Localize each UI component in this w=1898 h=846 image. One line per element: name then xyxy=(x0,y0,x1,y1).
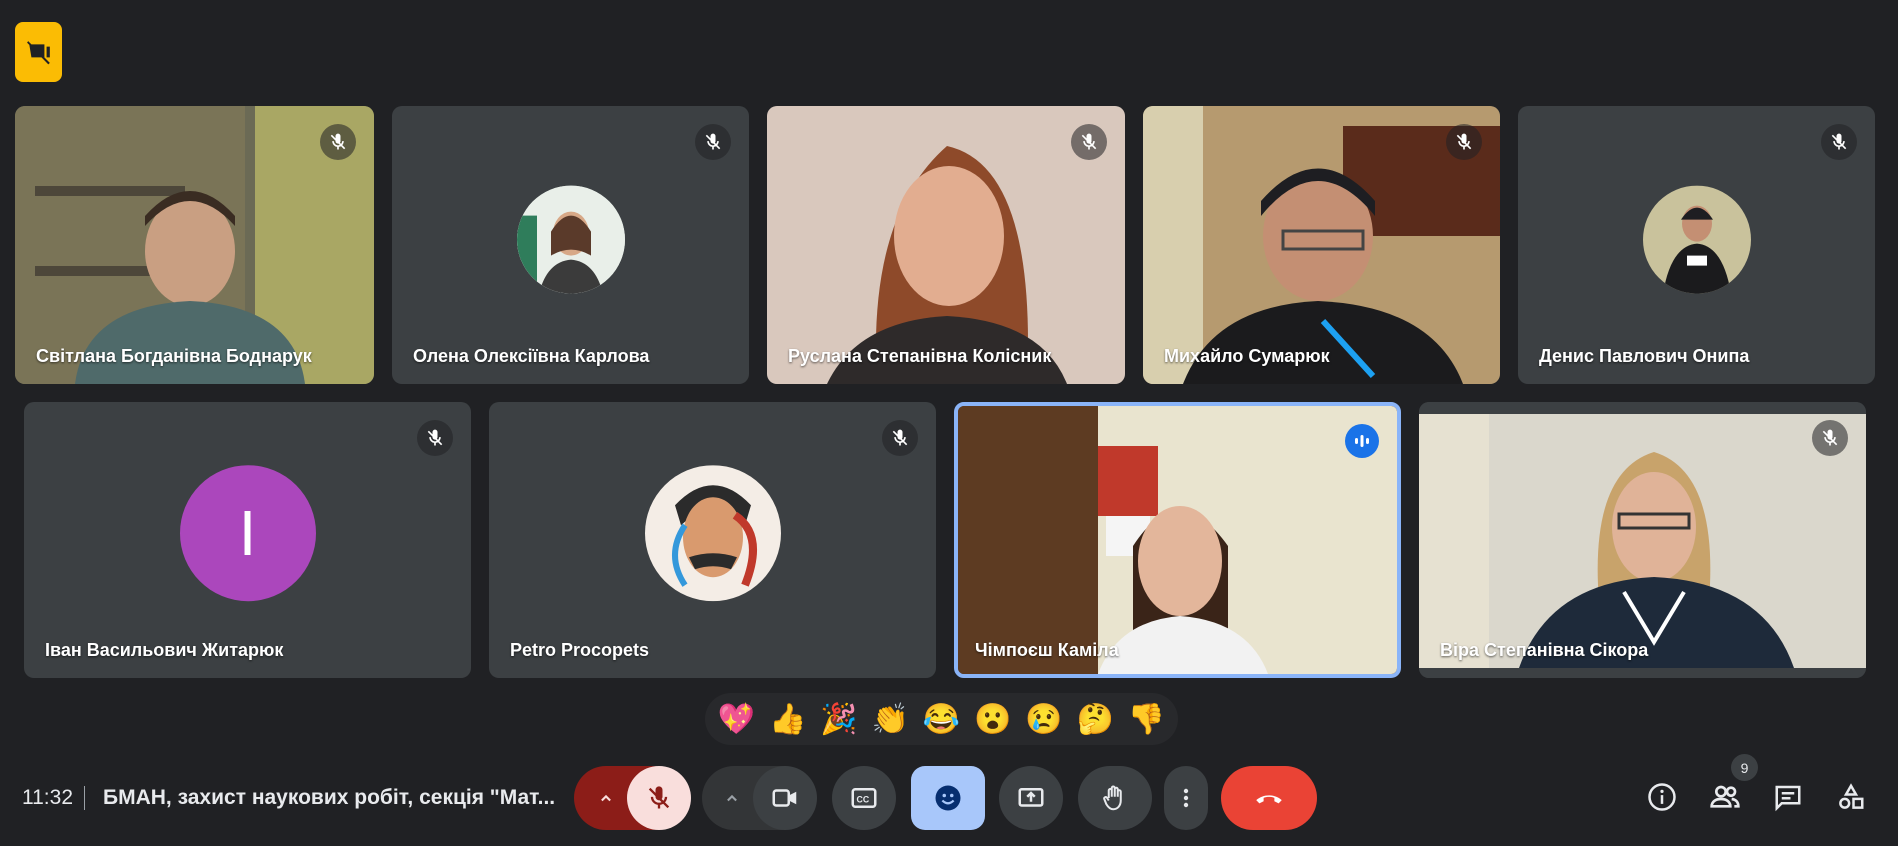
meeting-details-button[interactable] xyxy=(1639,774,1685,820)
more-vert-icon xyxy=(1183,788,1189,808)
chevron-up-icon xyxy=(601,794,611,802)
video-camera-icon xyxy=(772,789,797,807)
participant-video xyxy=(958,406,1397,674)
muted-mic-icon xyxy=(1812,420,1848,456)
muted-mic-icon xyxy=(882,420,918,456)
reaction-thumbs-up[interactable]: 👍 xyxy=(769,702,806,737)
participant-tile[interactable]: Михайло Сумарюк xyxy=(1143,106,1500,384)
smiley-icon xyxy=(935,785,961,811)
speaking-indicator-icon xyxy=(1345,424,1379,458)
reaction-thumbs-down[interactable]: 👎 xyxy=(1128,702,1165,737)
participant-avatar xyxy=(1642,185,1751,294)
svg-text:CC: CC xyxy=(857,794,870,804)
people-button[interactable] xyxy=(1702,774,1748,820)
present-screen-button[interactable] xyxy=(999,766,1063,830)
participant-name: Petro Procopets xyxy=(510,640,650,660)
mic-off-icon xyxy=(648,786,670,809)
captions-button[interactable]: CC xyxy=(832,766,896,830)
muted-mic-icon xyxy=(1071,124,1107,160)
more-options-button[interactable] xyxy=(1164,766,1208,830)
participant-avatar xyxy=(644,465,781,602)
participant-name: Світлана Богданівна Боднарук xyxy=(36,346,312,366)
participant-avatar: І xyxy=(179,465,316,602)
reaction-thinking[interactable]: 🤔 xyxy=(1076,702,1113,737)
muted-mic-icon xyxy=(1821,124,1857,160)
muted-mic-icon xyxy=(695,124,731,160)
camera-toggle-button[interactable] xyxy=(753,766,817,830)
reaction-sparkling-heart[interactable]: 💖 xyxy=(718,702,755,737)
closed-captions-icon: CC xyxy=(851,788,877,808)
participant-tile[interactable]: Денис Павлович Онипа xyxy=(1518,106,1875,384)
activities-button[interactable] xyxy=(1828,774,1874,820)
participant-name: Олена Олексіївна Карлова xyxy=(413,346,650,366)
participant-name: Віра Степанівна Сікора xyxy=(1440,640,1649,660)
participant-video xyxy=(1419,402,1866,678)
chat-button[interactable] xyxy=(1765,774,1811,820)
participant-tile[interactable]: Petro Procopets xyxy=(489,402,936,678)
microphone-toggle-button[interactable] xyxy=(627,766,691,830)
visual-effects-off-icon[interactable] xyxy=(15,22,62,82)
reactions-bar: 💖 👍 🎉 👏 😂 😮 😢 🤔 👎 xyxy=(705,693,1178,745)
participant-tile[interactable]: І Іван Васильович Житарюк xyxy=(24,402,471,678)
participant-name: Руслана Степанівна Колісник xyxy=(788,346,1052,366)
people-icon xyxy=(1710,785,1740,808)
reaction-tears-of-joy[interactable]: 😂 xyxy=(923,702,960,737)
present-screen-icon xyxy=(1018,788,1044,807)
muted-mic-icon xyxy=(320,124,356,160)
chevron-up-icon xyxy=(727,794,737,802)
end-call-icon xyxy=(1256,795,1282,804)
raise-hand-button[interactable] xyxy=(1078,766,1152,830)
participant-count-badge: 9 xyxy=(1731,754,1758,781)
activities-shapes-icon xyxy=(1839,783,1864,809)
chat-icon xyxy=(1775,785,1801,812)
participant-name: Іван Васильович Житарюк xyxy=(45,640,284,660)
muted-mic-icon xyxy=(417,420,453,456)
reaction-crying[interactable]: 😢 xyxy=(1025,702,1062,737)
participant-tile-active-speaker[interactable]: Чімпоєш Каміла xyxy=(954,402,1401,678)
muted-mic-icon xyxy=(1446,124,1482,160)
divider xyxy=(84,786,85,810)
reaction-party-popper[interactable]: 🎉 xyxy=(820,702,857,737)
raise-hand-icon xyxy=(1103,785,1122,811)
participant-name: Михайло Сумарюк xyxy=(1164,346,1330,366)
meeting-time: 11:32 xyxy=(22,786,73,809)
participant-avatar xyxy=(516,185,625,294)
participant-tile[interactable]: Руслана Степанівна Колісник xyxy=(767,106,1125,384)
participant-tile[interactable]: Світлана Богданівна Боднарук xyxy=(15,106,374,384)
reaction-surprised[interactable]: 😮 xyxy=(974,702,1011,737)
participant-name: Чімпоєш Каміла xyxy=(975,640,1119,660)
participant-name: Денис Павлович Онипа xyxy=(1539,346,1750,366)
participant-tile[interactable]: Олена Олексіївна Карлова xyxy=(392,106,749,384)
meet-window: Світлана Богданівна Боднарук Олена Олекс… xyxy=(0,0,1898,846)
avatar-initial: І xyxy=(238,497,257,570)
meeting-title[interactable]: БМАН, захист наукових робіт, секція "Мат… xyxy=(103,786,555,810)
control-bar: 11:32 БМАН, захист наукових робіт, секці… xyxy=(0,760,1898,846)
leave-call-button[interactable] xyxy=(1221,766,1317,830)
reaction-clapping[interactable]: 👏 xyxy=(872,702,909,737)
info-icon xyxy=(1648,783,1676,811)
participant-tile[interactable]: Віра Степанівна Сікора xyxy=(1419,402,1866,678)
emoji-reactions-button[interactable] xyxy=(911,766,985,830)
